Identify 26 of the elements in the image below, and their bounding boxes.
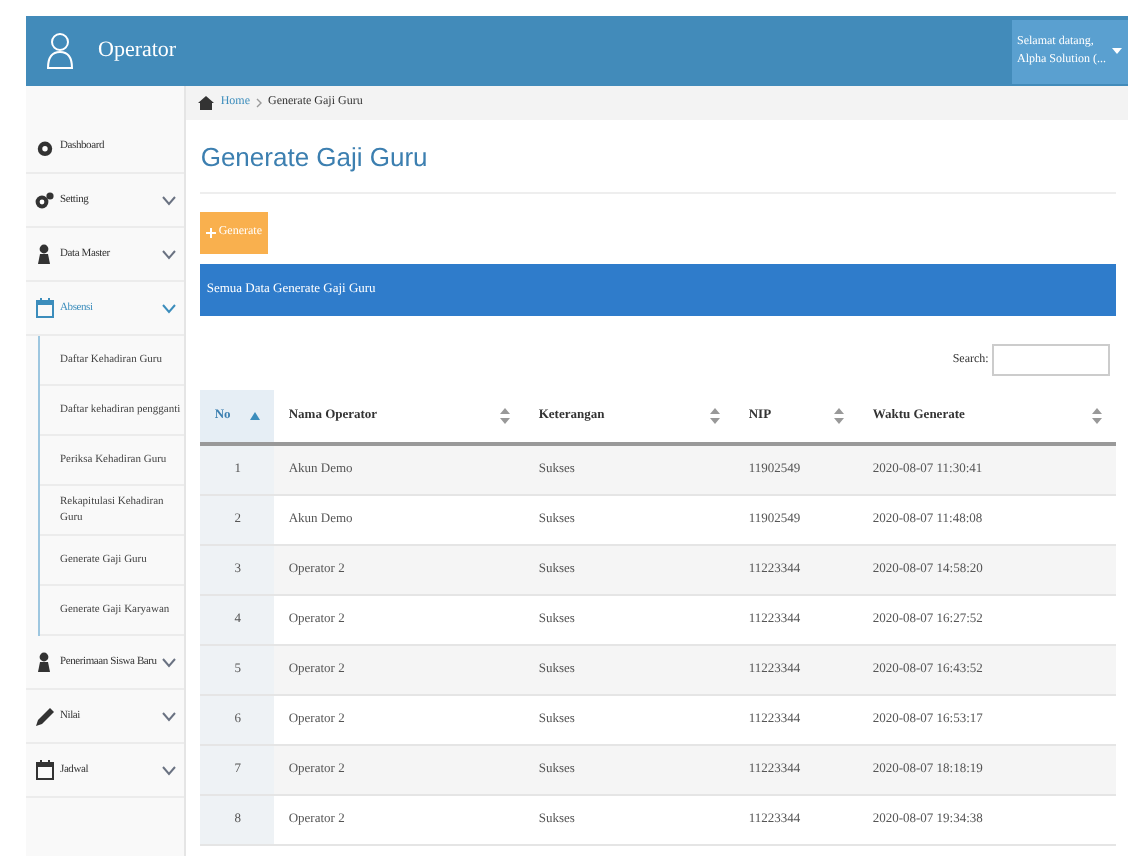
app-title: Operator xyxy=(98,36,177,67)
chevron-right-icon xyxy=(256,98,263,108)
page-title: Generate Gaji Guru xyxy=(200,142,430,174)
caret-icon xyxy=(1112,48,1122,54)
gears-icon xyxy=(34,191,54,209)
calendar-icon xyxy=(35,298,53,318)
sort-ascending-icon xyxy=(250,412,261,420)
chevron-down-icon xyxy=(162,711,177,721)
chevron-down-icon xyxy=(162,249,177,259)
dashboard-icon xyxy=(35,137,53,155)
sort-icon xyxy=(1092,408,1103,424)
chevron-down-icon xyxy=(162,765,177,775)
plus-icon xyxy=(206,228,217,238)
calendar-icon xyxy=(35,760,53,780)
sort-icon xyxy=(710,408,721,424)
chevron-down-icon xyxy=(162,195,177,205)
sort-icon xyxy=(834,408,845,424)
person-icon xyxy=(36,244,52,264)
pencil-icon xyxy=(35,707,53,725)
search-field[interactable] xyxy=(992,344,1111,376)
person-icon xyxy=(36,652,52,672)
user-avatar-icon xyxy=(46,32,74,70)
chevron-down-icon xyxy=(162,303,177,313)
home-icon xyxy=(198,96,215,110)
chevron-down-icon xyxy=(162,657,177,667)
sort-icon xyxy=(500,408,511,424)
